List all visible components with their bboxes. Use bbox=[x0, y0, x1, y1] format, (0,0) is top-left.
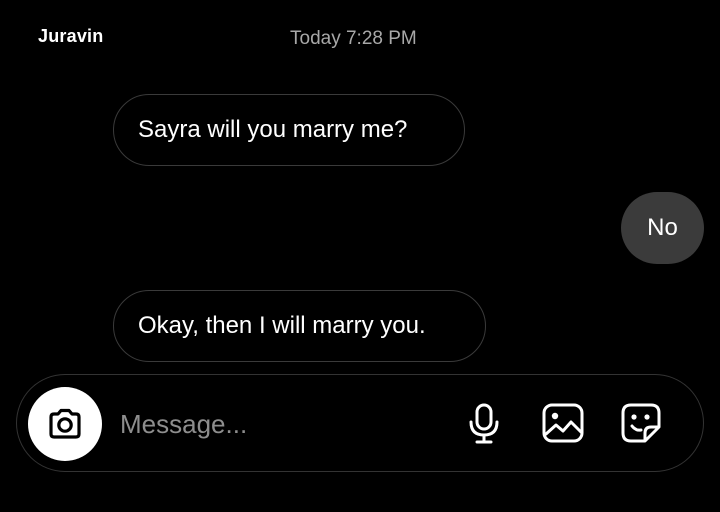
message-input[interactable] bbox=[120, 404, 440, 444]
message-text: No bbox=[647, 214, 678, 241]
gallery-button[interactable] bbox=[540, 400, 586, 446]
voice-message-button[interactable] bbox=[461, 400, 507, 446]
message-text: Sayra will you marry me? bbox=[138, 116, 408, 143]
received-message-bubble[interactable]: Okay, then I will marry you. bbox=[113, 290, 486, 362]
message-timestamp: Today 7:28 PM bbox=[290, 28, 417, 49]
sticker-icon bbox=[621, 403, 661, 443]
camera-icon bbox=[49, 408, 81, 439]
microphone-icon bbox=[469, 403, 499, 444]
sender-name[interactable]: Juravin bbox=[38, 26, 103, 47]
message-text: Okay, then I will marry you. bbox=[138, 312, 426, 339]
sent-message-bubble[interactable]: No bbox=[621, 192, 704, 264]
camera-button[interactable] bbox=[28, 387, 102, 461]
image-gallery-icon bbox=[542, 403, 584, 443]
received-message-bubble[interactable]: Sayra will you marry me? bbox=[113, 94, 465, 166]
sticker-button[interactable] bbox=[618, 400, 664, 446]
